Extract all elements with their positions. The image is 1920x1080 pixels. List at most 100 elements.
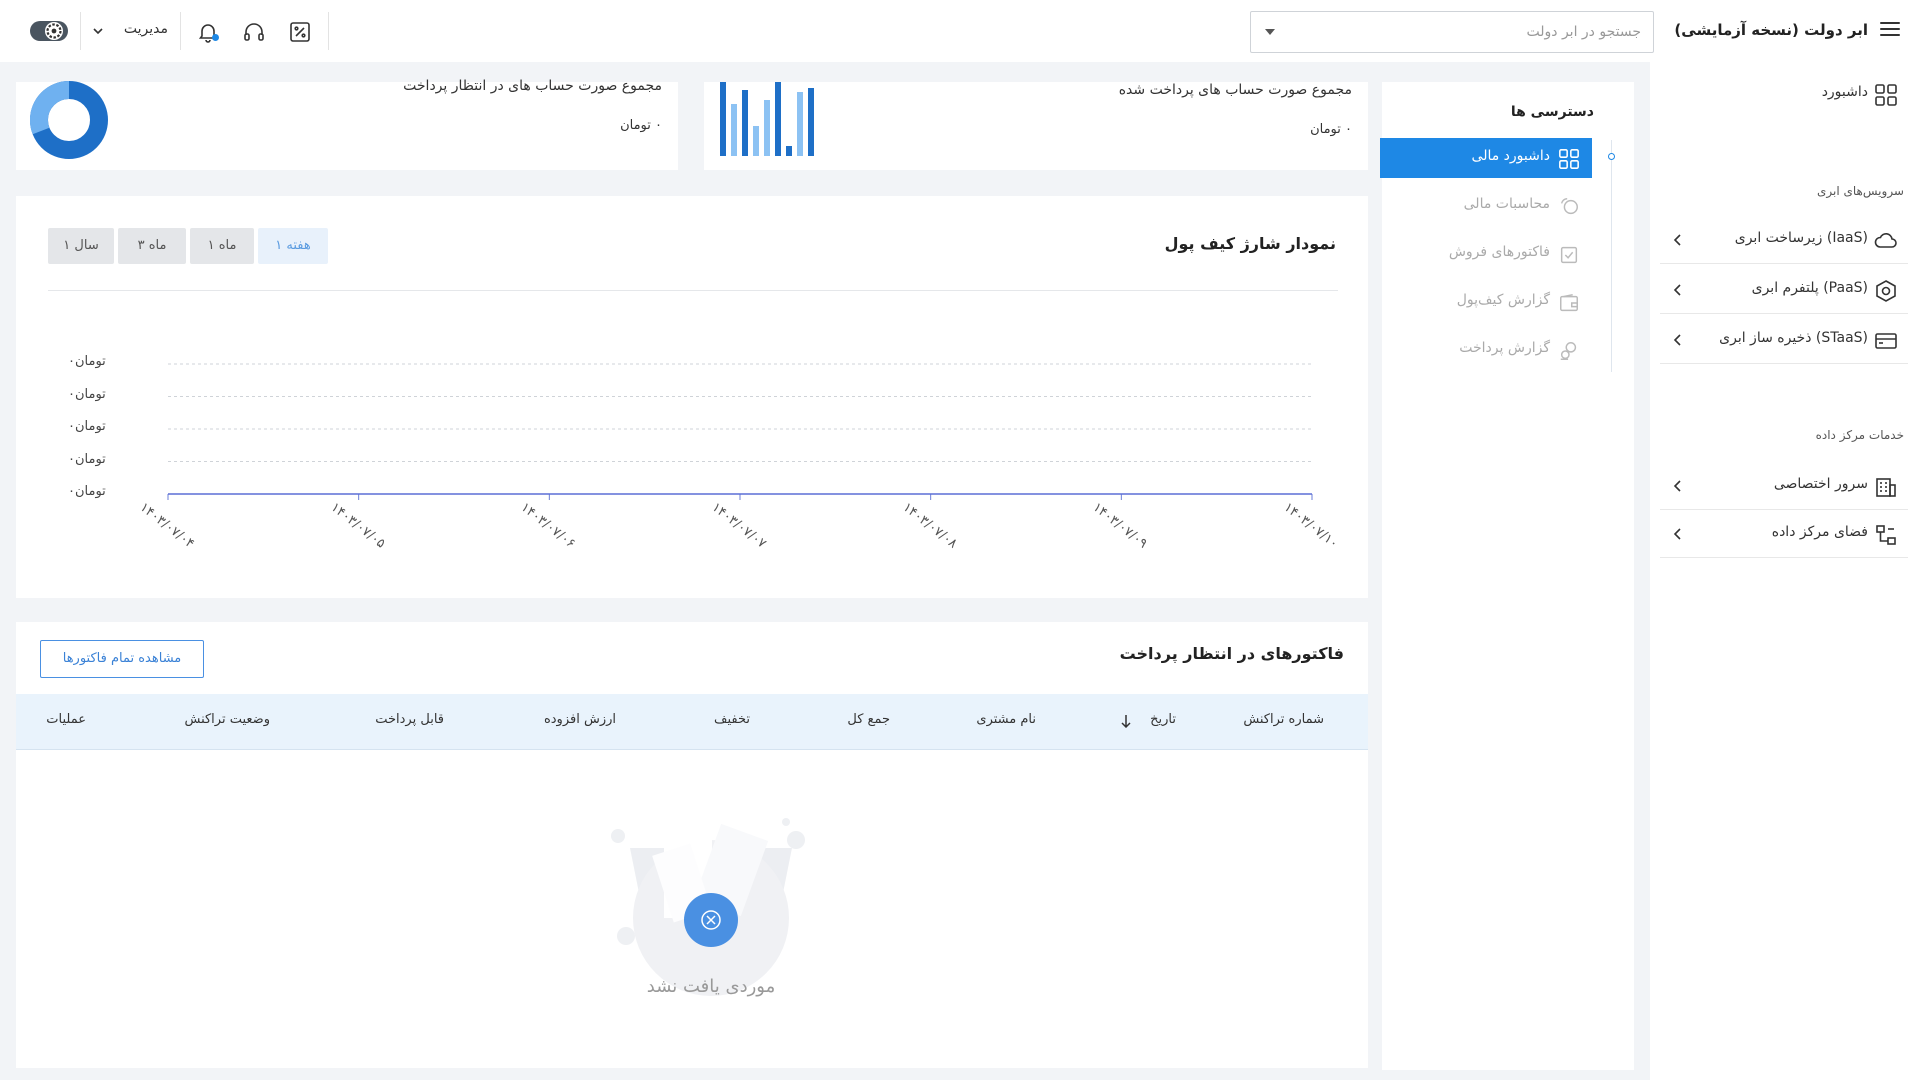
chevron-left-icon xyxy=(1673,284,1681,296)
sidebar-item-staas[interactable]: ذخیره ساز ابری (STaaS) xyxy=(1660,316,1908,364)
access-item-financial-dashboard[interactable]: داشبورد مالی xyxy=(1380,138,1592,178)
paid-bar-chart-icon xyxy=(720,82,814,156)
column-transaction-number[interactable]: شماره تراکنش xyxy=(1243,712,1324,727)
search-dropdown-icon[interactable] xyxy=(1265,29,1275,35)
access-item-wallet-report[interactable]: گزارش کیف‌پول xyxy=(1380,282,1592,322)
empty-state-text: موردی یافت نشد xyxy=(646,976,776,997)
column-date-label: تاریخ xyxy=(1150,712,1176,727)
storage-icon xyxy=(1875,333,1897,349)
access-rail xyxy=(1611,140,1612,372)
divider xyxy=(80,12,81,50)
sidebar: ابر دولت (نسخه آزمایشی) داشبورد سرویس‌ها… xyxy=(1650,0,1920,1080)
access-item-payment-report[interactable]: گزارش پرداخت xyxy=(1380,330,1592,370)
hexagon-icon xyxy=(1876,280,1896,302)
column-payable[interactable]: قابل پرداخت xyxy=(375,712,444,727)
sidebar-item-label: ذخیره ساز ابری (STaaS) xyxy=(1719,330,1868,346)
y-tick-label: ۰تومان xyxy=(68,354,106,369)
section-datacenter-services: خدمات مرکز داده xyxy=(1815,428,1904,442)
search-input[interactable] xyxy=(1301,21,1641,43)
checklist-icon xyxy=(1560,246,1578,264)
percent-icon[interactable] xyxy=(288,20,312,44)
cloud-icon xyxy=(1874,233,1897,248)
sidebar-item-paas[interactable]: پلتفرم ابری (PaaS) xyxy=(1660,266,1908,314)
column-vat[interactable]: ارزش افزوده xyxy=(544,712,616,727)
sidebar-item-label: سرور اختصاصی xyxy=(1773,476,1868,492)
access-item-label: گزارش پرداخت xyxy=(1459,340,1550,356)
pending-donut-chart-icon xyxy=(30,80,108,159)
chevron-left-icon xyxy=(1673,334,1681,346)
wallet-icon xyxy=(1560,294,1578,312)
empty-state-illustration xyxy=(606,808,816,998)
access-item-label: گزارش کیف‌پول xyxy=(1456,292,1550,308)
sidebar-item-label: زیرساخت ابری (IaaS) xyxy=(1734,230,1868,246)
pending-title: مجموع صورت حساب های در انتظار پرداخت xyxy=(403,78,662,94)
sidebar-item-dashboard[interactable]: داشبورد xyxy=(1660,70,1908,118)
range-3-months[interactable]: ۳ ماه xyxy=(118,228,186,264)
column-date[interactable]: تاریخ xyxy=(1096,710,1176,732)
invoices-card: فاکتورهای در انتظار پرداخت مشاهده تمام ف… xyxy=(16,622,1368,1068)
paid-invoices-card: مجموع صورت حساب های پرداخت شده ۰ تومان xyxy=(704,82,1368,170)
access-item-financial-calculations[interactable]: محاسبات مالی xyxy=(1380,186,1592,226)
app-title: ابر دولت (نسخه آزمایشی) xyxy=(1674,21,1868,39)
chevron-left-icon xyxy=(1673,480,1681,492)
chevron-left-icon xyxy=(1673,528,1681,540)
access-panel: دسترسی ها داشبورد مالی محاسبات مالی فاکت… xyxy=(1380,82,1634,1070)
notification-dot xyxy=(212,34,219,41)
section-cloud-services: سرویس‌های ابری xyxy=(1817,184,1904,198)
dashboard-grid-icon xyxy=(1559,149,1579,169)
hamburger-menu-icon[interactable] xyxy=(1880,22,1900,38)
top-bar: مدیریت xyxy=(0,0,1654,62)
paid-title: مجموع صورت حساب های پرداخت شده xyxy=(1118,82,1352,98)
calculator-icon xyxy=(1560,198,1578,215)
user-menu-label: مدیریت xyxy=(123,21,168,37)
y-tick-label: ۰تومان xyxy=(68,451,106,467)
paid-value: ۰ xyxy=(1345,122,1352,137)
paid-amount: ۰ تومان xyxy=(1310,122,1352,137)
access-title: دسترسی ها xyxy=(1510,104,1594,120)
range-1-week[interactable]: ۱ هفته xyxy=(258,228,328,264)
pending-value: ۰ xyxy=(655,118,662,133)
coins-icon xyxy=(1560,342,1577,360)
sidebar-item-datacenter-space[interactable]: فضای مرکز داده xyxy=(1660,510,1908,558)
column-transaction-status[interactable]: وضعیت تراکنش xyxy=(185,712,271,727)
sort-arrow-down-icon xyxy=(1121,715,1131,728)
access-item-sales-invoices[interactable]: فاکتورهای فروش xyxy=(1380,234,1592,274)
pending-unit: تومان xyxy=(620,118,651,133)
access-item-label: فاکتورهای فروش xyxy=(1448,244,1550,260)
range-1-month[interactable]: ۱ ماه xyxy=(190,228,254,264)
sidebar-item-iaas[interactable]: زیرساخت ابری (IaaS) xyxy=(1660,216,1908,264)
chevron-left-icon xyxy=(1673,234,1681,246)
active-marker xyxy=(1608,153,1615,160)
pending-amount: ۰ تومان xyxy=(620,118,662,133)
divider xyxy=(180,12,181,50)
sidebar-item-dedicated-server[interactable]: سرور اختصاصی xyxy=(1660,462,1908,510)
y-tick-label: ۰تومان xyxy=(68,386,106,402)
dashboard-grid-icon xyxy=(1875,84,1897,106)
notifications-button[interactable] xyxy=(196,20,220,44)
range-1-year[interactable]: ۱ سال xyxy=(48,228,114,264)
chevron-down-icon xyxy=(93,28,103,35)
sidebar-header: ابر دولت (نسخه آزمایشی) xyxy=(1650,0,1920,62)
empty-box-icon xyxy=(611,818,805,996)
sidebar-item-label: پلتفرم ابری (PaaS) xyxy=(1751,280,1868,296)
column-total[interactable]: جمع کل xyxy=(847,712,890,727)
column-discount[interactable]: تخفیف xyxy=(714,712,750,727)
invoices-title: فاکتورهای در انتظار پرداخت xyxy=(1119,644,1344,663)
sidebar-item-label: فضای مرکز داده xyxy=(1771,524,1868,540)
y-tick-label: ۰تومان xyxy=(68,419,106,434)
network-icon xyxy=(1876,525,1896,545)
headset-icon[interactable] xyxy=(242,20,266,44)
access-item-label: محاسبات مالی xyxy=(1463,196,1550,212)
view-all-invoices-button[interactable]: مشاهده تمام فاکتورها xyxy=(40,640,204,678)
user-menu[interactable]: مدیریت xyxy=(92,18,170,44)
paid-unit: تومان xyxy=(1310,122,1341,137)
column-operations[interactable]: عملیات xyxy=(46,712,86,727)
building-icon xyxy=(1876,478,1896,497)
pending-invoices-card: مجموع صورت حساب های در انتظار پرداخت ۰ ت… xyxy=(16,78,678,170)
column-customer-name[interactable]: نام مشتری xyxy=(976,712,1036,727)
theme-toggle[interactable] xyxy=(30,21,68,41)
gear-icon xyxy=(45,22,63,40)
sidebar-item-label: داشبورد xyxy=(1821,84,1868,100)
search-box[interactable] xyxy=(1250,11,1654,53)
y-tick-label: ۰تومان xyxy=(68,484,106,499)
